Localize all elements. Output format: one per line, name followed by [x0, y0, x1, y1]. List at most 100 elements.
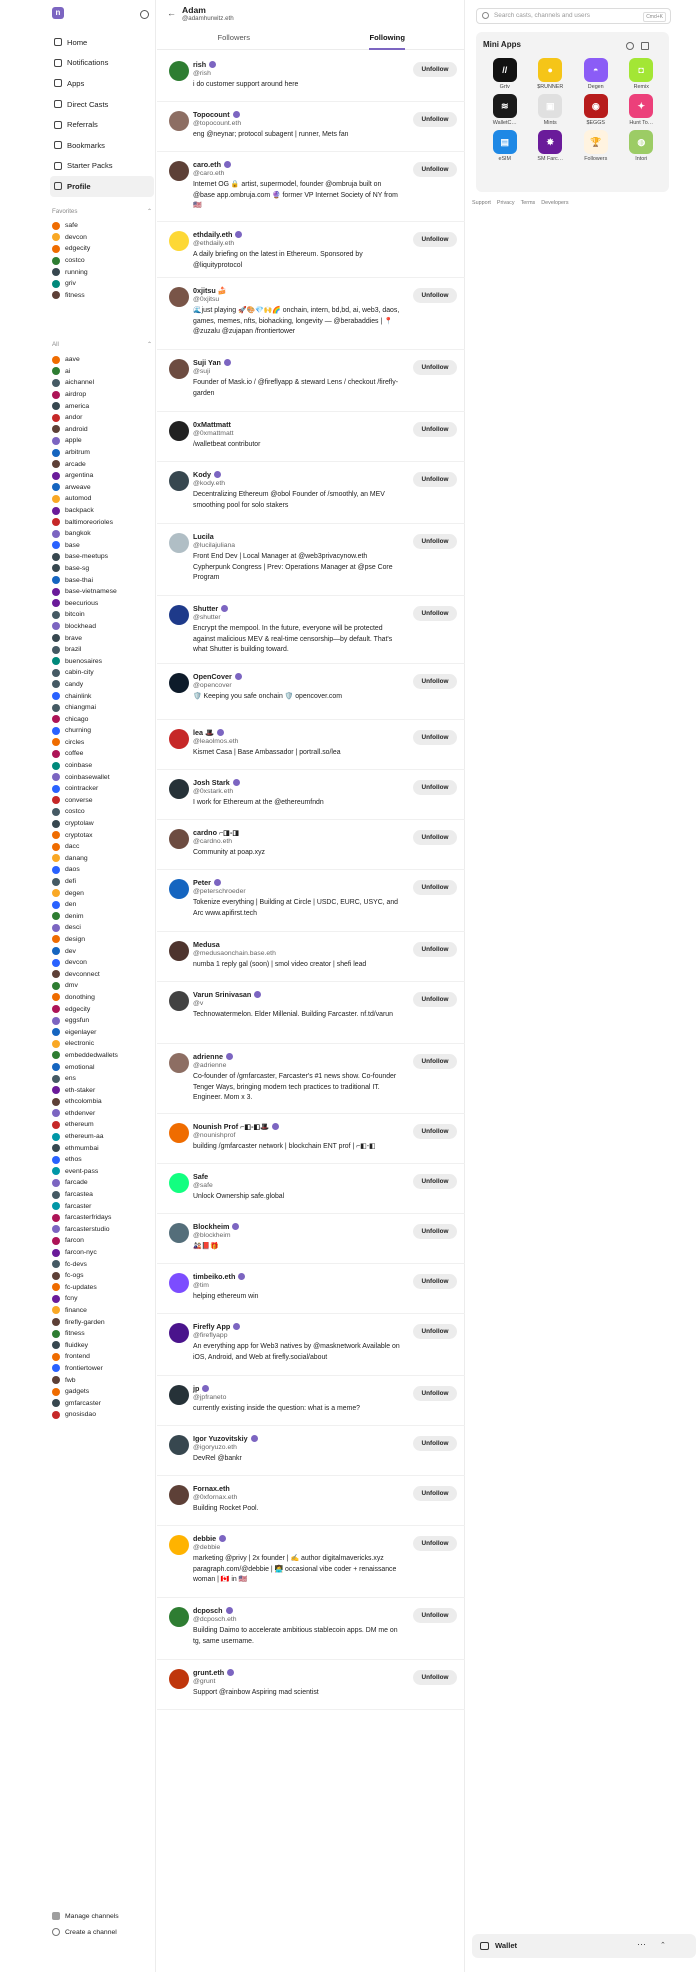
avatar[interactable] [169, 729, 189, 749]
mini-app-tile[interactable]: ◍ Intori [619, 130, 665, 162]
user-name-line[interactable]: Blockheim [193, 1222, 240, 1231]
avatar[interactable] [169, 941, 189, 961]
following-row[interactable]: Kody @kody.eth Decentralizing Ethereum @ob… [157, 462, 465, 524]
footer-link-privacy[interactable]: Privacy [497, 200, 515, 206]
following-row[interactable]: Suji Yan @suji Founder of Mask.io / @firef… [157, 350, 465, 412]
channel-item-eth-staker[interactable]: eth-staker [52, 1084, 154, 1096]
user-name-line[interactable]: dcposch [193, 1606, 233, 1615]
channel-item-defi[interactable]: defi [52, 876, 154, 888]
sidebar-item-bookmarks[interactable]: Bookmarks [50, 135, 154, 156]
more-options-icon[interactable]: ⋯ [637, 1939, 646, 1950]
channel-item-danang[interactable]: danang [52, 853, 154, 865]
channel-item-cryptotax[interactable]: cryptotax [52, 829, 154, 841]
user-name-line[interactable]: Suji Yan [193, 358, 231, 367]
user-name-line[interactable]: cardno ⌐◨-◨ [193, 828, 239, 837]
avatar[interactable] [169, 1535, 189, 1555]
unfollow-button[interactable]: Unfollow [413, 1174, 457, 1189]
channel-item-automod[interactable]: automod [52, 493, 154, 505]
sidebar-item-starter-packs[interactable]: Starter Packs [50, 156, 154, 177]
channel-item-america[interactable]: america [52, 400, 154, 412]
unfollow-button[interactable]: Unfollow [413, 1324, 457, 1339]
avatar[interactable] [169, 879, 189, 899]
channel-item-frontend[interactable]: frontend [52, 1351, 154, 1363]
channel-item-safe[interactable]: safe [52, 220, 154, 232]
channel-item-edgecity[interactable]: edgecity [52, 243, 154, 255]
user-name-line[interactable]: jp [193, 1384, 210, 1393]
channel-item-griv[interactable]: griv [52, 278, 154, 290]
user-name-line[interactable]: adrienne [193, 1052, 233, 1061]
user-name-line[interactable]: Josh Stark [193, 778, 240, 787]
avatar[interactable] [169, 1435, 189, 1455]
channel-item-ethdenver[interactable]: ethdenver [52, 1108, 154, 1120]
search-input[interactable]: Search casts, channels and users Cmd+K [476, 8, 671, 24]
channel-item-fitness[interactable]: fitness [52, 290, 154, 302]
following-row[interactable]: Blockheim @blockheim 🎎📕🎁 Unfollow [157, 1214, 465, 1264]
channel-item-base-sg[interactable]: base-sg [52, 563, 154, 575]
unfollow-button[interactable]: Unfollow [413, 942, 457, 957]
unfollow-button[interactable]: Unfollow [413, 1670, 457, 1685]
channel-item-aichannel[interactable]: aichannel [52, 377, 154, 389]
channel-item-bitcoin[interactable]: bitcoin [52, 609, 154, 621]
mini-app-tile[interactable]: ▣ Mints [528, 94, 574, 126]
channel-item-buenosaires[interactable]: buenosaires [52, 655, 154, 667]
mini-app-tile[interactable]: ● $RUNNER [528, 58, 574, 90]
following-row[interactable]: Igor Yuzovitskiy @igoryuzo.eth DevRel @ban… [157, 1426, 465, 1476]
channel-item-bangkok[interactable]: bangkok [52, 528, 154, 540]
channel-item-churning[interactable]: churning [52, 725, 154, 737]
sidebar-item-profile[interactable]: Profile [50, 176, 154, 197]
avatar[interactable] [169, 1323, 189, 1343]
channel-item-arcade[interactable]: arcade [52, 458, 154, 470]
avatar[interactable] [169, 605, 189, 625]
unfollow-button[interactable]: Unfollow [413, 232, 457, 247]
tab-followers[interactable]: Followers [157, 28, 311, 49]
channel-item-frontiertower[interactable]: frontiertower [52, 1363, 154, 1375]
sidebar-item-notifications[interactable]: Notifications [50, 53, 154, 74]
channel-item-costco[interactable]: costco [52, 806, 154, 818]
wallet-bar[interactable]: Wallet ⋯ ⌃ [472, 1934, 696, 1958]
following-row[interactable]: Lucila @lucilajuliana Front End Dev | Loca… [157, 524, 465, 596]
avatar[interactable] [169, 1223, 189, 1243]
avatar[interactable] [169, 111, 189, 131]
mini-app-tile[interactable]: ≋ WalletC… [482, 94, 528, 126]
following-row[interactable]: Peter @peterschroeder Tokenize everything … [157, 870, 465, 932]
sidebar-item-direct-casts[interactable]: Direct Casts [50, 94, 154, 115]
unfollow-button[interactable]: Unfollow [413, 1274, 457, 1289]
following-row[interactable]: Varun Srinivasan @v Technowatermelon. Elde… [157, 982, 465, 1044]
channel-item-converse[interactable]: converse [52, 795, 154, 807]
grid-icon[interactable] [641, 42, 649, 50]
following-row[interactable]: caro.eth @caro.eth Internet OG 🔒 artist, s… [157, 152, 465, 222]
user-name-line[interactable]: Nounish Prof ⌐◧-◧🎩 [193, 1122, 280, 1131]
following-row[interactable]: Topocount @topocount.eth eng @neynar; prot… [157, 102, 465, 152]
channel-item-coinbasewallet[interactable]: coinbasewallet [52, 771, 154, 783]
channel-item-ethereum-aa[interactable]: ethereum-aa [52, 1131, 154, 1143]
channel-item-farcastea[interactable]: farcastea [52, 1189, 154, 1201]
channel-item-costco[interactable]: costco [52, 255, 154, 267]
user-name-line[interactable]: Peter [193, 878, 221, 887]
avatar[interactable] [169, 991, 189, 1011]
mini-app-tile[interactable]: ◓ Degen [573, 58, 619, 90]
unfollow-button[interactable]: Unfollow [413, 288, 457, 303]
avatar[interactable] [169, 779, 189, 799]
user-name-line[interactable]: Safe [193, 1172, 208, 1181]
channel-item-finance[interactable]: finance [52, 1305, 154, 1317]
footer-link-terms[interactable]: Terms [521, 200, 536, 206]
channel-item-fwb[interactable]: fwb [52, 1374, 154, 1386]
channel-item-blockhead[interactable]: blockhead [52, 621, 154, 633]
following-row[interactable]: dcposch @dcposch.eth Building Daimo to acc… [157, 1598, 465, 1660]
channel-item-ethmumbai[interactable]: ethmumbai [52, 1142, 154, 1154]
sidebar-item-home[interactable]: Home [50, 32, 154, 53]
avatar[interactable] [169, 471, 189, 491]
channel-item-argentina[interactable]: argentina [52, 470, 154, 482]
channel-item-running[interactable]: running [52, 266, 154, 278]
following-row[interactable]: grunt.eth @grunt Support @rainbow Aspiring… [157, 1660, 465, 1710]
channel-item-chicago[interactable]: chicago [52, 713, 154, 725]
channel-item-dev[interactable]: dev [52, 945, 154, 957]
channel-item-beecurious[interactable]: beecurious [52, 597, 154, 609]
farcaster-logo-icon[interactable]: n [52, 7, 64, 19]
channel-item-gnosisdao[interactable]: gnosisdao [52, 1409, 154, 1421]
tab-following[interactable]: Following [311, 28, 465, 50]
channel-item-airdrop[interactable]: airdrop [52, 389, 154, 401]
settings-gear-icon[interactable] [626, 42, 634, 50]
channel-item-aave[interactable]: aave [52, 354, 154, 366]
following-row[interactable]: OpenCover @opencover 🛡️ Keeping you safe o… [157, 664, 465, 720]
